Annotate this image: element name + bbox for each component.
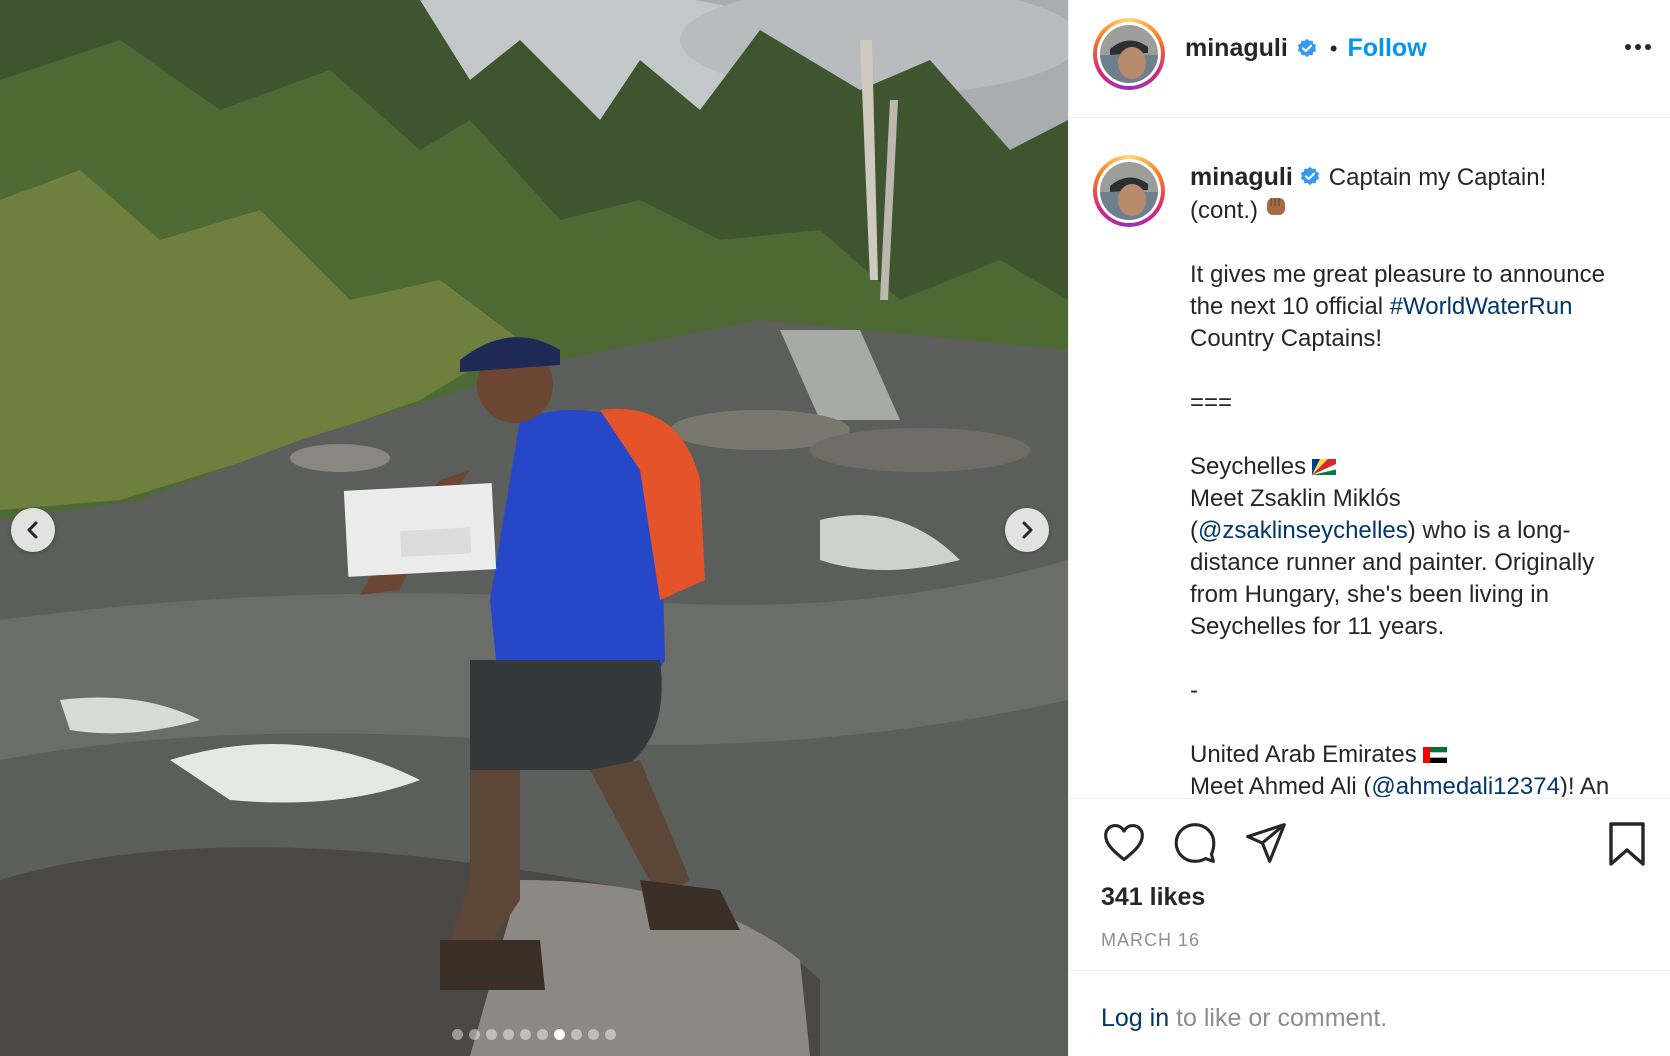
caption-country-2: United Arab Emirates xyxy=(1190,741,1417,768)
login-text: Log in to like or comment. xyxy=(1101,1004,1387,1033)
follow-button[interactable]: Follow xyxy=(1348,34,1427,63)
post-date[interactable]: MARCH 16 xyxy=(1101,930,1200,951)
login-rest: to like or comment. xyxy=(1169,1004,1388,1032)
caption-area: minaguli Captain my Captain! (cont.) It g… xyxy=(1069,119,1670,797)
mention-1-rest: ) who is a long- xyxy=(1407,517,1571,544)
comment-icon[interactable] xyxy=(1173,821,1217,865)
caption-divider: === xyxy=(1190,389,1233,416)
separator-dot: • xyxy=(1329,35,1338,61)
caption-intro-3: Country Captains! xyxy=(1190,325,1383,352)
login-link[interactable]: Log in xyxy=(1101,1004,1169,1032)
caption-intro-1: It gives me great pleasure to announce xyxy=(1190,261,1605,288)
share-icon[interactable] xyxy=(1244,821,1288,865)
carousel-dot xyxy=(571,1029,582,1040)
chevron-left-icon xyxy=(27,521,38,539)
bookmark-icon[interactable] xyxy=(1607,821,1647,867)
carousel-dot xyxy=(537,1029,548,1040)
likes-count[interactable]: 341 likes xyxy=(1101,883,1205,912)
mention-link-1[interactable]: @zsaklinseychelles xyxy=(1198,517,1408,544)
caption-avatar[interactable] xyxy=(1093,155,1165,227)
caption-intro-2: the next 10 official xyxy=(1190,293,1390,320)
mention-link-2[interactable]: @ahmedali12374 xyxy=(1371,773,1560,797)
caption-meet-1: Meet Zsaklin Miklós xyxy=(1190,485,1401,512)
river-scene-image xyxy=(0,0,1068,1056)
caption-username[interactable]: minaguli xyxy=(1190,163,1293,191)
fist-emoji-icon xyxy=(1267,198,1286,215)
header-username[interactable]: minaguli xyxy=(1185,34,1288,63)
more-options-icon[interactable] xyxy=(1625,44,1651,50)
carousel-dot xyxy=(452,1029,463,1040)
caption-meet-2a: Meet Ahmed Ali ( xyxy=(1190,773,1372,797)
carousel-dot xyxy=(469,1029,480,1040)
hashtag-link[interactable]: #WorldWaterRun xyxy=(1390,293,1573,320)
caption-bio-1b: from Hungary, she's been living in xyxy=(1190,581,1549,608)
heart-icon[interactable] xyxy=(1102,821,1146,865)
caption-dash: - xyxy=(1190,677,1198,704)
profile-photo-image xyxy=(1100,162,1158,220)
carousel-dot xyxy=(554,1029,565,1040)
mention-1-open: ( xyxy=(1190,517,1198,544)
caption-country-1: Seychelles xyxy=(1190,453,1307,480)
login-prompt: Log in to like or comment. xyxy=(1069,970,1670,1056)
carousel-dot xyxy=(486,1029,497,1040)
caption-text: minaguli Captain my Captain! (cont.) It g… xyxy=(1190,161,1650,797)
post-photo xyxy=(0,0,1068,1056)
caption-bio-1c: Seychelles for 11 years. xyxy=(1190,613,1445,640)
carousel-dot xyxy=(605,1029,616,1040)
carousel-indicator xyxy=(0,1029,1068,1040)
post-actions: 341 likes MARCH 16 xyxy=(1069,798,1670,970)
carousel-dot xyxy=(520,1029,531,1040)
carousel-prev-button[interactable] xyxy=(11,508,55,552)
uae-flag-icon xyxy=(1422,747,1447,763)
seychelles-flag-icon xyxy=(1312,459,1337,475)
caption-title: Captain my Captain! xyxy=(1328,164,1547,191)
caption-cont: (cont.) xyxy=(1190,197,1259,224)
caption-meet-2b: )! An xyxy=(1559,773,1610,797)
profile-photo-image xyxy=(1100,25,1158,83)
verified-badge-icon xyxy=(1297,38,1316,57)
post-header: minaguli • Follow xyxy=(1069,0,1670,118)
header-user-row: minaguli • Follow xyxy=(1185,34,1427,63)
caption-bio-1a: distance runner and painter. Originally xyxy=(1190,549,1595,576)
carousel-dot xyxy=(588,1029,599,1040)
avatar[interactable] xyxy=(1093,18,1165,90)
carousel-next-button[interactable] xyxy=(1005,508,1049,552)
post-sidebar: minaguli • Follow minaguli Captain my Cap… xyxy=(1068,0,1670,1056)
chevron-right-icon xyxy=(1022,521,1033,539)
carousel-dot xyxy=(503,1029,514,1040)
verified-badge-icon xyxy=(1300,166,1319,186)
